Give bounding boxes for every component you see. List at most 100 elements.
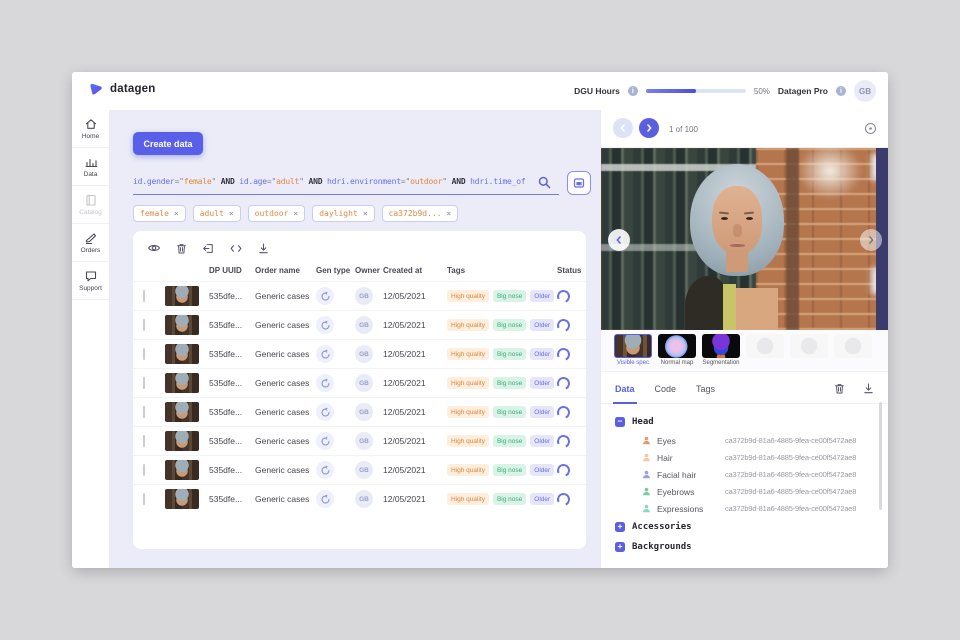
table-row[interactable]: 535dfe... Generic cases GB 12/05/2021 High q… [133,426,586,455]
thumbnail-image [746,334,784,358]
image-prev-button[interactable] [608,229,630,251]
chip-close-icon[interactable]: × [174,209,179,218]
row-checkbox[interactable] [143,406,145,418]
tag-badge: Older [530,493,555,505]
sidebar-item-home[interactable]: Home [72,110,109,148]
chip-close-icon[interactable]: × [229,209,234,218]
gen-type-badge [316,461,334,479]
tab-tags[interactable]: Tags [696,374,715,404]
tree-item-uuid: ca372b9d-81a6-4885-9fea-ce00f5472ae8 [725,504,857,513]
tree-section-accessories[interactable]: + Accessories [615,517,877,537]
search-icon[interactable] [537,175,552,190]
row-checkbox[interactable] [143,348,145,360]
row-checkbox[interactable] [143,377,145,389]
thumbnail-normal-map[interactable]: Normal map [658,334,696,371]
query-segment: =" [400,177,411,186]
row-checkbox[interactable] [143,319,145,331]
owner-badge: GB [355,345,373,363]
column-header: Created at [383,265,423,275]
panel-scrollbar[interactable] [879,402,882,510]
info-icon[interactable]: i [836,86,846,96]
info-icon[interactable]: i [627,86,638,96]
gen-type-badge [316,316,334,334]
thumbnail-segmentation[interactable]: Segmentation [702,334,740,371]
table-row[interactable]: 535dfe... Generic cases GB 12/05/2021 High q… [133,455,586,484]
column-header: Gen type [316,265,351,275]
regenerate-icon [320,436,331,447]
next-page-button[interactable] [639,118,659,138]
trash-button[interactable] [833,382,846,395]
export-button[interactable] [202,242,215,255]
catalog-icon [84,193,98,207]
filter-chip[interactable]: female × [133,205,186,222]
prev-page-button[interactable] [613,118,633,138]
status-spinner-icon [555,345,572,363]
chip-close-icon[interactable]: × [293,209,298,218]
filter-chip[interactable]: ca372b9d... × [381,205,459,222]
eye-icon [147,241,161,255]
tag-badge: Older [530,435,555,447]
tag-badge: Big nose [492,435,527,447]
image-next-button[interactable] [860,229,882,251]
calendar-button[interactable] [567,171,591,195]
tab-data[interactable]: Data [613,374,636,404]
row-checkbox[interactable] [143,290,145,302]
table-row[interactable]: 535dfe... Generic cases GB 12/05/2021 High q… [133,310,586,339]
download-button[interactable] [862,382,875,395]
tag-badge: High quality [447,377,489,389]
tab-code[interactable]: Code [655,374,677,404]
tree-item-hair[interactable]: Hair ca372b9d-81a6-4885-9fea-ce00f5472ae8 [615,449,877,466]
tree-item-eyes[interactable]: Eyes ca372b9d-81a6-4885-9fea-ce00f5472ae8 [615,432,877,449]
tree-section-head[interactable]: − Head [615,412,877,432]
filter-chip[interactable]: outdoor × [247,205,306,222]
sidebar-item-catalog[interactable]: Catalog [72,186,109,224]
row-uuid: 535dfe... [209,349,243,359]
row-checkbox[interactable] [143,435,145,447]
tree-item-uuid: ca372b9d-81a6-4885-9fea-ce00f5472ae8 [725,436,857,445]
row-checkbox[interactable] [143,464,145,476]
tag-badge: Big nose [492,348,527,360]
thumbnail-ghost[interactable] [746,334,784,371]
code-button[interactable] [229,242,243,255]
table-row[interactable]: 535dfe... Generic cases GB 12/05/2021 High q… [133,339,586,368]
tree-item-eyebrows[interactable]: Eyebrows ca372b9d-81a6-4885-9fea-ce00f547… [615,483,877,500]
tree-item-expressions[interactable]: Expressions ca372b9d-81a6-4885-9fea-ce00f… [615,500,877,517]
tree-section-label: Head [632,417,654,427]
download-button[interactable] [257,242,270,255]
target-icon[interactable] [864,122,877,135]
chip-close-icon[interactable]: × [447,209,452,218]
eye-button[interactable] [147,241,161,255]
table-row[interactable]: 535dfe... Generic cases GB 12/05/2021 High q… [133,397,586,426]
filter-chip[interactable]: adult × [192,205,241,222]
datagen-logo[interactable]: datagen [88,81,156,97]
chevron-left-icon [616,236,621,244]
sidebar-item-data[interactable]: Data [72,148,109,186]
gen-type-cell [316,345,355,363]
expand-icon[interactable]: + [615,522,625,532]
thumbnail-ghost[interactable] [790,334,828,371]
thumbnail-visible-spec[interactable]: Visible spec [614,334,652,371]
create-data-button[interactable]: Create data [133,132,203,155]
tree-item-uuid: ca372b9d-81a6-4885-9fea-ce00f5472ae8 [725,453,857,462]
person-icon [641,435,657,446]
filter-chip[interactable]: daylight × [312,205,375,222]
expand-icon[interactable]: + [615,542,625,552]
user-avatar[interactable]: GB [854,80,876,102]
collapse-icon[interactable]: − [615,417,625,427]
sidebar-item-orders[interactable]: Orders [72,224,109,262]
query-input[interactable]: id.gender="female" AND id.age="adult" AN… [133,171,559,195]
row-checkbox[interactable] [143,493,145,505]
trash-button[interactable] [175,242,188,255]
tree-section-backgrounds[interactable]: + Backgrounds [615,537,877,557]
table-row[interactable]: 535dfe... Generic cases GB 12/05/2021 High q… [133,484,586,513]
table-row[interactable]: 535dfe... Generic cases GB 12/05/2021 High q… [133,281,586,310]
query-segment: outdoor [410,177,443,186]
sidebar-item-label: Orders [80,247,101,254]
row-created-at: 12/05/2021 [383,465,426,475]
sidebar-item-support[interactable]: Support [72,262,109,300]
tree-item-facial-hair[interactable]: Facial hair ca372b9d-81a6-4885-9fea-ce00f… [615,466,877,483]
table-row[interactable]: 535dfe... Generic cases GB 12/05/2021 High q… [133,368,586,397]
column-header: Owner [355,265,380,275]
thumbnail-ghost[interactable] [834,334,872,371]
chip-close-icon[interactable]: × [363,209,368,218]
